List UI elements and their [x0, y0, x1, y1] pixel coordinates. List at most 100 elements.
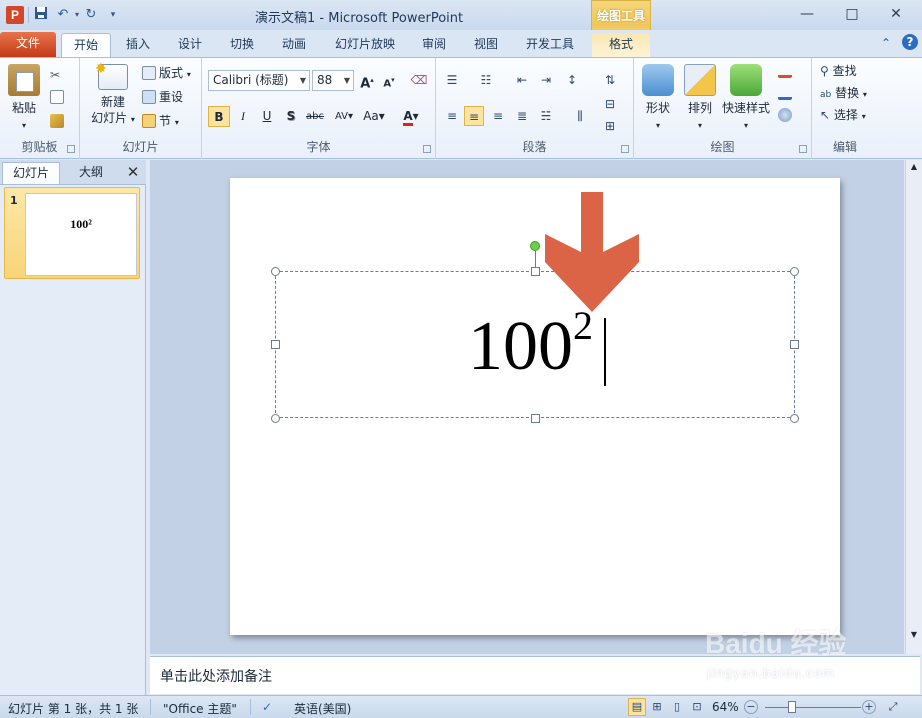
reset-button[interactable]: 重设 — [142, 88, 183, 106]
tab-file[interactable]: 文件 — [0, 32, 56, 57]
normal-view-button[interactable]: ▤ — [628, 698, 646, 716]
bullets-button[interactable]: ☰ — [442, 70, 462, 90]
font-size-combo[interactable]: 88 ▼ — [312, 70, 354, 91]
zoom-slider-thumb[interactable] — [788, 701, 796, 713]
italic-button[interactable]: I — [232, 106, 254, 127]
theme-status[interactable]: "Office 主题" — [163, 700, 237, 717]
tab-slides[interactable]: 幻灯片 — [2, 162, 60, 184]
layout-button[interactable]: 版式 ▾ — [142, 64, 191, 82]
align-center-button[interactable]: ≡ — [464, 106, 484, 126]
grow-font-button[interactable]: A▴ — [356, 70, 378, 91]
bold-button[interactable]: B — [208, 106, 230, 127]
save-icon[interactable] — [32, 6, 50, 24]
resize-handle-s[interactable] — [531, 414, 540, 423]
slide-equation[interactable]: 1002 — [468, 305, 593, 389]
resize-handle-sw[interactable] — [271, 414, 280, 423]
text-shadow-button[interactable]: S — [280, 106, 302, 127]
tab-slideshow[interactable]: 幻灯片放映 — [326, 33, 404, 57]
tab-animations[interactable]: 动画 — [274, 33, 314, 57]
tab-outline[interactable]: 大纲 — [62, 162, 120, 184]
spellcheck-icon[interactable]: ✓ — [262, 700, 272, 714]
clear-formatting-button[interactable]: ⌫ — [408, 70, 430, 91]
select-button[interactable]: ↖ 选择 ▾ — [820, 106, 866, 124]
tab-review[interactable]: 审阅 — [414, 33, 454, 57]
zoom-in-icon[interactable]: + — [862, 700, 876, 714]
help-icon[interactable]: ? — [902, 34, 918, 50]
tab-format[interactable]: 格式 — [592, 33, 650, 57]
underline-button[interactable]: U — [256, 106, 278, 127]
tab-developer[interactable]: 开发工具 — [518, 33, 582, 57]
fit-to-window-icon[interactable]: ⤢ — [884, 698, 902, 716]
redo-icon[interactable]: ↻ — [82, 6, 100, 24]
tab-design[interactable]: 设计 — [170, 33, 210, 57]
zoom-level[interactable]: 64% — [712, 700, 739, 714]
notes-pane[interactable]: 单击此处添加备注 — [150, 656, 920, 694]
resize-handle-e[interactable] — [790, 340, 799, 349]
maximize-button[interactable]: □ — [832, 2, 872, 26]
font-launcher-icon[interactable] — [423, 145, 431, 153]
slideshow-button[interactable]: ⊡ — [688, 698, 706, 716]
close-pane-icon[interactable]: ✕ — [123, 162, 143, 182]
resize-handle-ne[interactable] — [790, 267, 799, 276]
quick-styles-button[interactable]: 快速样式 ▾ — [720, 64, 772, 134]
language-status[interactable]: 英语(美国) — [294, 700, 351, 717]
powerpoint-logo-icon[interactable]: P — [6, 6, 24, 24]
tab-home[interactable]: 开始 — [61, 33, 111, 57]
reading-view-button[interactable]: ▯ — [668, 698, 686, 716]
zoom-out-icon[interactable]: − — [744, 700, 758, 714]
distributed-button[interactable]: ☵ — [536, 106, 556, 126]
paragraph-launcher-icon[interactable] — [621, 145, 629, 153]
resize-handle-n[interactable] — [531, 267, 540, 276]
decrease-indent-button[interactable]: ⇤ — [512, 70, 532, 90]
close-window-button[interactable]: ✕ — [876, 2, 916, 26]
scroll-up-icon[interactable]: ▲ — [908, 162, 920, 174]
shape-effects-button[interactable] — [778, 106, 795, 124]
format-painter-button[interactable] — [50, 112, 67, 130]
vertical-scrollbar[interactable]: ▲ ▼ — [905, 160, 922, 654]
numbering-button[interactable]: ☷ — [476, 70, 496, 90]
drawing-launcher-icon[interactable] — [799, 145, 807, 153]
cut-button[interactable]: ✂ — [50, 66, 60, 84]
zoom-slider-track[interactable] — [765, 707, 861, 708]
new-slide-button[interactable]: ✸ 新建 幻灯片 ▾ — [86, 61, 140, 128]
replace-button[interactable]: ab 替换 ▾ — [820, 84, 867, 102]
tab-insert[interactable]: 插入 — [118, 33, 158, 57]
shapes-button[interactable]: 形状 ▾ — [638, 64, 678, 134]
scroll-down-icon[interactable]: ▼ — [908, 630, 920, 642]
font-name-combo[interactable]: Calibri (标题) ▼ — [208, 70, 310, 91]
columns-button[interactable]: ⫼ — [570, 106, 590, 126]
shape-fill-button[interactable] — [778, 62, 795, 80]
character-spacing-button[interactable]: AV▾ — [330, 106, 358, 127]
section-button[interactable]: 节 ▾ — [142, 112, 179, 130]
change-case-button[interactable]: Aa▾ — [360, 106, 388, 127]
justify-button[interactable]: ≣ — [512, 106, 532, 126]
align-left-button[interactable]: ≡ — [442, 106, 462, 126]
rotate-handle[interactable] — [530, 241, 540, 251]
arrange-button[interactable]: 排列 ▾ — [680, 64, 720, 134]
resize-handle-nw[interactable] — [271, 267, 280, 276]
convert-smartart-button[interactable]: ⊞ — [600, 116, 620, 136]
font-color-button[interactable]: A▾ — [396, 106, 426, 127]
copy-button[interactable] — [50, 88, 67, 106]
clipboard-launcher-icon[interactable] — [67, 145, 75, 153]
minimize-button[interactable]: — — [787, 2, 827, 26]
slide-sorter-button[interactable]: ⊞ — [648, 698, 666, 716]
text-direction-button[interactable]: ⇅ — [600, 70, 620, 90]
slide-thumbnail-selected[interactable]: 100² — [4, 187, 140, 279]
shape-outline-button[interactable] — [778, 84, 795, 102]
slide-thumbnail[interactable]: 100² — [25, 193, 137, 276]
align-text-button[interactable]: ⊟ — [600, 94, 620, 114]
resize-handle-w[interactable] — [271, 340, 280, 349]
increase-indent-button[interactable]: ⇥ — [536, 70, 556, 90]
tab-transitions[interactable]: 切换 — [222, 33, 262, 57]
customize-qat-icon[interactable]: ▾ — [104, 6, 122, 24]
resize-handle-se[interactable] — [790, 414, 799, 423]
line-spacing-button[interactable]: ↕ — [562, 70, 582, 90]
paste-button[interactable]: 粘贴 ▾ — [6, 64, 42, 134]
collapse-ribbon-icon[interactable]: ⌃ — [881, 36, 891, 50]
tab-view[interactable]: 视图 — [466, 33, 506, 57]
find-button[interactable]: ⚲ 查找 — [820, 62, 857, 80]
align-right-button[interactable]: ≡ — [488, 106, 508, 126]
strikethrough-button[interactable]: abc — [302, 106, 328, 127]
shrink-font-button[interactable]: A▾ — [378, 70, 400, 91]
